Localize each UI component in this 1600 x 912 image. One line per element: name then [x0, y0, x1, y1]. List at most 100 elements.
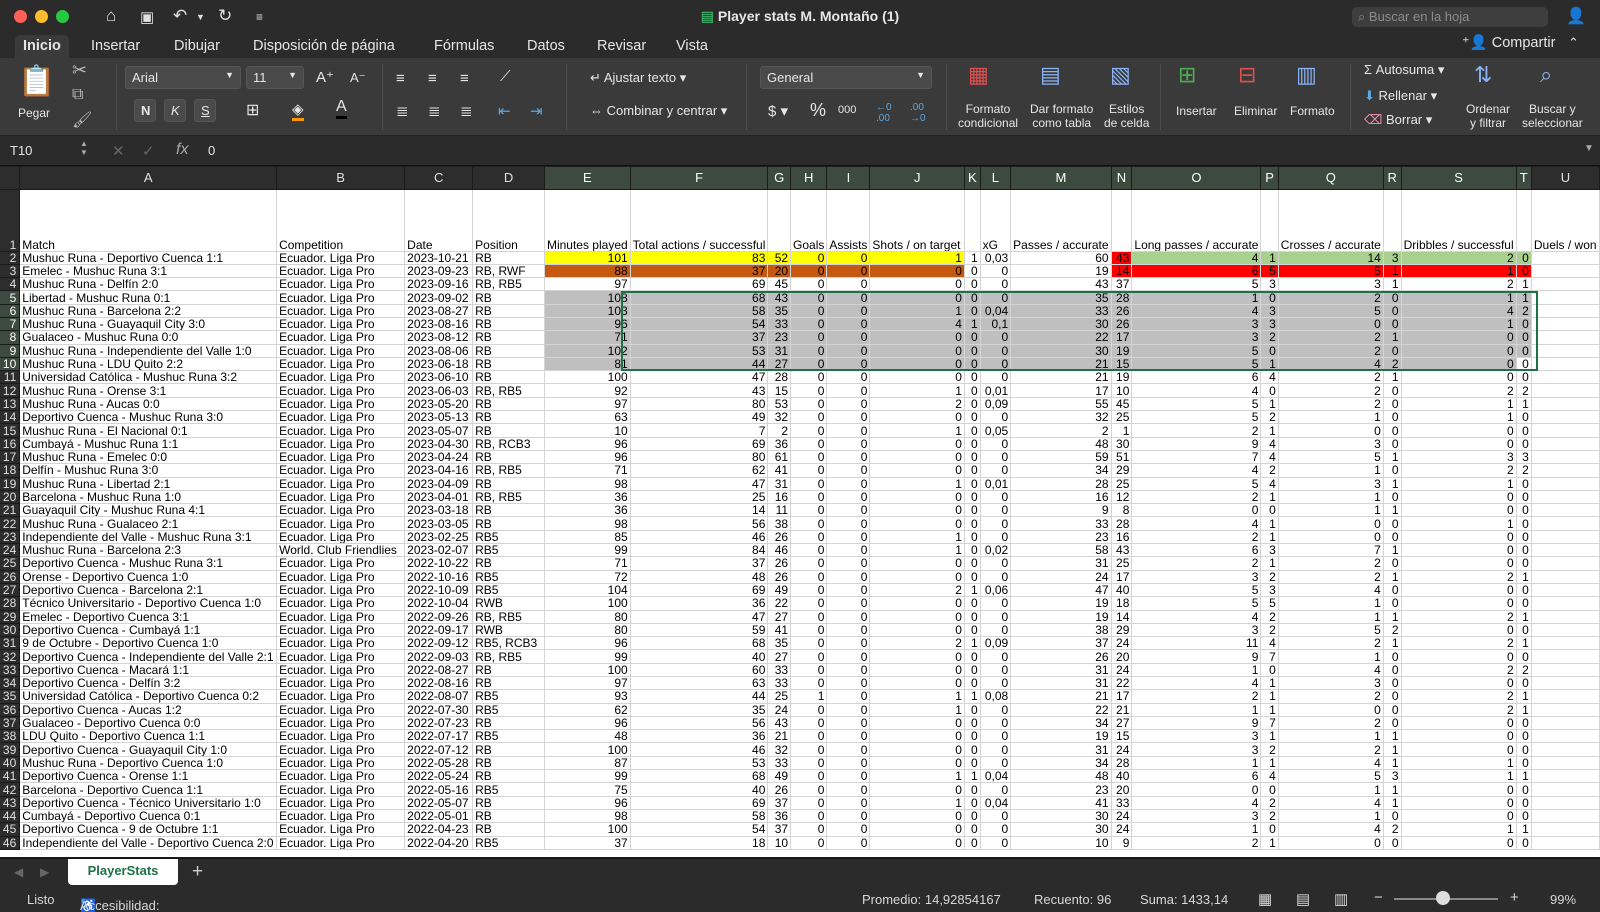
cell[interactable]: Mushuc Runa - Deportivo Cuenca 1:1	[19, 251, 278, 265]
cell[interactable]	[1531, 290, 1600, 305]
cell[interactable]: 1	[964, 251, 981, 265]
cell[interactable]: 75	[544, 782, 631, 797]
cell[interactable]: 18	[1111, 596, 1133, 611]
cell[interactable]: 5	[1131, 397, 1262, 412]
cell[interactable]: 0	[869, 437, 965, 451]
cell[interactable]: 0	[826, 676, 871, 691]
tab-inicio[interactable]: Inicio	[15, 35, 69, 58]
cell[interactable]: 22	[1010, 330, 1112, 345]
cell[interactable]: 3	[1131, 809, 1262, 824]
cell[interactable]: 92	[544, 383, 631, 398]
cell[interactable]: 1	[1131, 663, 1262, 678]
column-header[interactable]: P	[1260, 167, 1279, 190]
cell[interactable]: LDU Quito - Deportivo Cuenca 1:1	[19, 729, 278, 744]
cell[interactable]: 0	[1516, 437, 1532, 451]
tab-datos[interactable]: Datos	[519, 35, 573, 58]
cell[interactable]: 0	[790, 450, 828, 465]
cell[interactable]: 0	[980, 503, 1012, 518]
cell[interactable]: 26	[767, 556, 792, 571]
cell[interactable]: 59	[1010, 450, 1112, 465]
cell[interactable]: 0	[869, 370, 965, 385]
underline-button[interactable]: S	[194, 99, 216, 122]
cell[interactable]: 0	[790, 583, 828, 598]
cell[interactable]: 1	[1383, 610, 1402, 624]
cell[interactable]: Emelec - Deportivo Cuenca 3:1	[19, 610, 278, 624]
cell[interactable]: Mushuc Runa - Barcelona 2:2	[19, 304, 278, 318]
row-header[interactable]: 17	[0, 450, 21, 465]
cell[interactable]: 0	[790, 796, 828, 810]
cell[interactable]: 2	[1278, 370, 1384, 385]
cell[interactable]: Ecuador. Liga Pro	[276, 290, 406, 305]
cell[interactable]: 0	[1516, 796, 1532, 810]
cell[interactable]: 20	[767, 264, 792, 279]
cell[interactable]: 25	[767, 689, 792, 704]
cell[interactable]: 4	[869, 317, 965, 332]
row-header[interactable]: 14	[0, 410, 21, 425]
cell[interactable]: 0	[869, 450, 965, 465]
cell[interactable]: Ecuador. Liga Pro	[276, 370, 406, 385]
cell[interactable]: 0	[826, 822, 871, 837]
cell[interactable]: 3	[1260, 583, 1279, 598]
row-header[interactable]: 9	[0, 344, 21, 358]
cell[interactable]: 0	[1516, 649, 1532, 664]
cell[interactable]: 3	[1131, 742, 1262, 757]
conditional-format-icon[interactable]: ▦	[968, 62, 989, 88]
cell[interactable]: 0	[1260, 503, 1279, 518]
cell[interactable]: Ecuador. Liga Pro	[276, 277, 406, 292]
cell[interactable]: Ecuador. Liga Pro	[276, 769, 406, 784]
cell[interactable]: 80	[544, 610, 631, 624]
cell[interactable]: 1	[964, 689, 981, 704]
cell[interactable]: 0	[1278, 423, 1384, 438]
cell[interactable]: 0	[869, 264, 965, 279]
cell[interactable]: 3	[1131, 729, 1262, 744]
find-icon[interactable]: ⌕	[1540, 62, 1552, 88]
decrease-indent-icon[interactable]: ⇤	[498, 102, 511, 120]
cell[interactable]: 1	[964, 769, 981, 784]
cell[interactable]: 0	[826, 383, 871, 398]
cell[interactable]: 2	[1516, 304, 1532, 318]
cell[interactable]: 1	[1260, 676, 1279, 691]
cell[interactable]: 1	[1401, 317, 1517, 332]
cell[interactable]: 98	[544, 516, 631, 531]
cell[interactable]: 14	[630, 503, 769, 518]
cell[interactable]: 0	[826, 729, 871, 744]
cell[interactable]: Orense - Deportivo Cuenca 1:0	[19, 570, 278, 584]
cell[interactable]: 0	[826, 543, 871, 558]
cell[interactable]: 1	[1401, 756, 1517, 771]
cell[interactable]: RB	[472, 796, 545, 810]
cell[interactable]: 0	[1516, 583, 1532, 598]
cell[interactable]: 108	[544, 290, 631, 305]
cell[interactable]	[1531, 437, 1600, 451]
cell[interactable]: 2022-08-16	[404, 676, 474, 691]
cell[interactable]: 31	[767, 344, 792, 358]
cell[interactable]: 0	[826, 357, 871, 372]
cell[interactable]: 10	[1010, 836, 1112, 850]
cell[interactable]: 0	[826, 570, 871, 584]
cell[interactable]: 0	[1516, 503, 1532, 518]
row-header[interactable]: 10	[0, 357, 21, 372]
cell[interactable]: 0	[826, 503, 871, 518]
cell[interactable]: 1	[1401, 290, 1517, 305]
column-title-cell[interactable]: Competition	[276, 189, 406, 252]
cell[interactable]: 0	[869, 516, 965, 531]
cell[interactable]: 100	[544, 663, 631, 678]
spreadsheet-grid[interactable]: ABCDEFGHIJKLMNOPQRSTU 1 Match Competition D…	[0, 167, 1600, 857]
cell[interactable]	[1531, 649, 1600, 664]
cell[interactable]	[1531, 809, 1600, 824]
cell[interactable]: RB	[472, 344, 545, 358]
align-right-icon[interactable]: ≣	[460, 102, 473, 120]
cell[interactable]: 80	[630, 397, 769, 412]
column-header[interactable]: E	[544, 167, 631, 190]
cell[interactable]: 0	[980, 822, 1012, 837]
cell[interactable]: 48	[630, 570, 769, 584]
cell[interactable]: Ecuador. Liga Pro	[276, 330, 406, 345]
cell[interactable]: 0	[980, 756, 1012, 771]
cell[interactable]: 36	[767, 809, 792, 824]
row-header[interactable]: 33	[0, 663, 21, 678]
column-header[interactable]: H	[790, 167, 828, 190]
cell[interactable]: 21	[1010, 370, 1112, 385]
cell[interactable]: 2022-04-23	[404, 822, 474, 837]
cell[interactable]: RWB	[472, 596, 545, 611]
cell[interactable]: 0	[826, 330, 871, 345]
cell[interactable]: 0	[826, 782, 871, 797]
